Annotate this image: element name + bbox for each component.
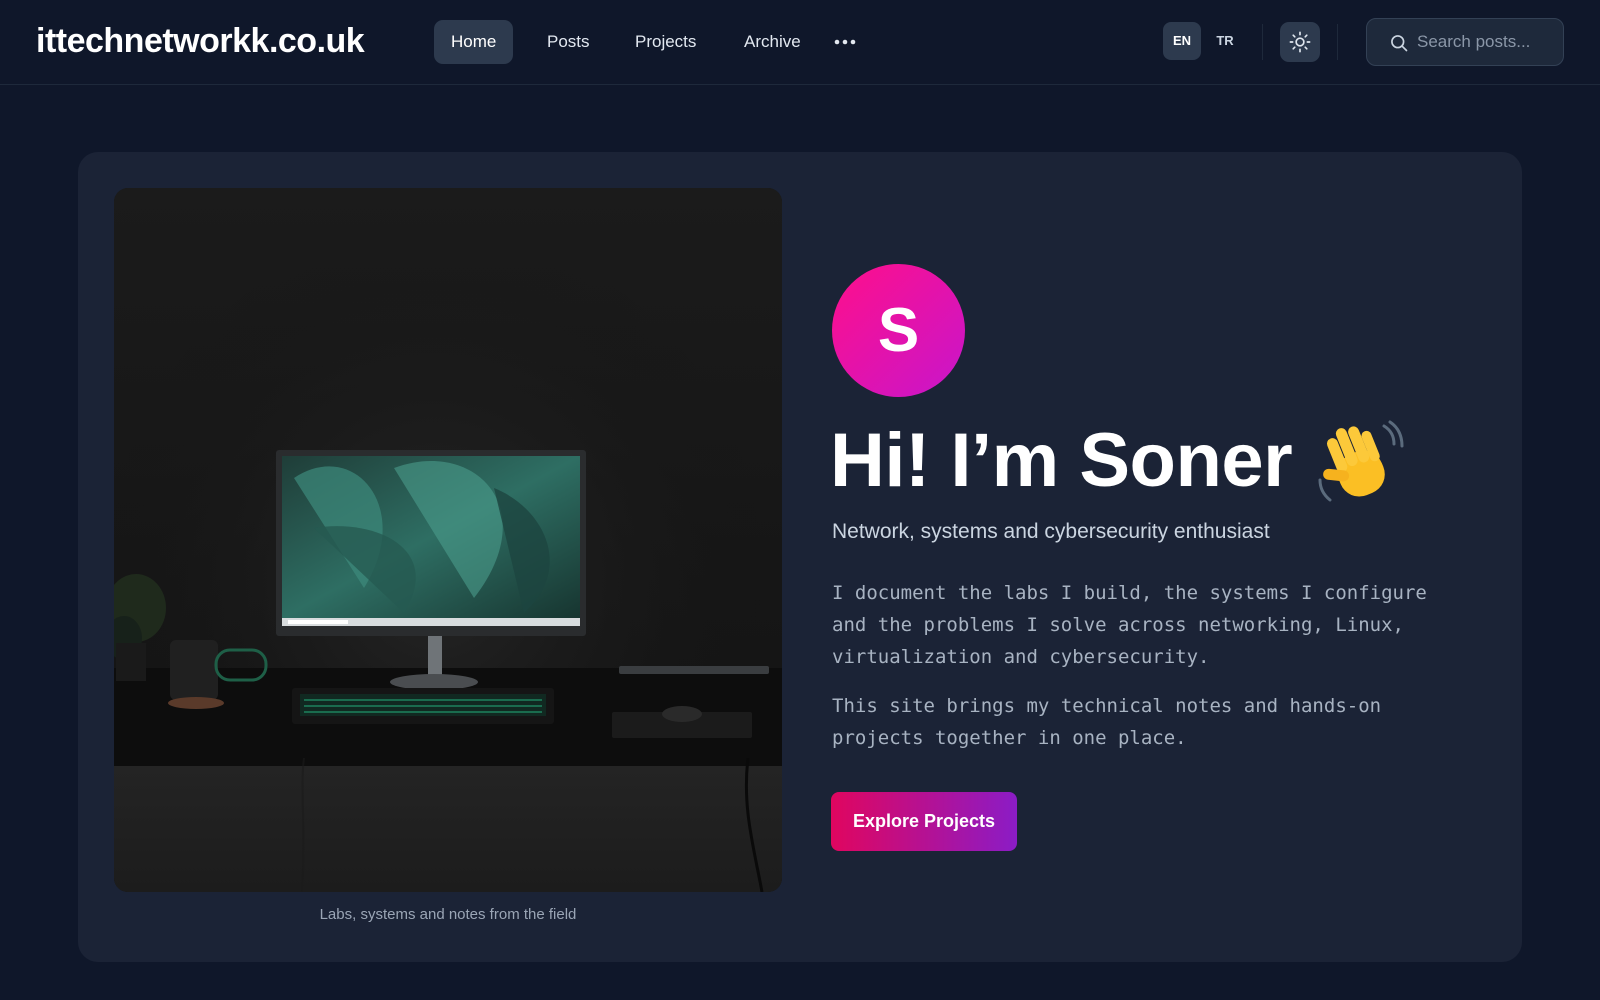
theme-toggle-button[interactable] — [1280, 22, 1320, 62]
language-tr-button[interactable]: TR — [1206, 22, 1244, 60]
ellipsis-icon[interactable] — [832, 26, 858, 58]
search-box[interactable] — [1366, 18, 1564, 66]
avatar: S — [832, 264, 965, 397]
image-caption: Labs, systems and notes from the field — [319, 906, 577, 923]
search-input[interactable] — [1417, 19, 1557, 65]
explore-projects-button[interactable]: Explore Projects — [831, 792, 1017, 851]
hero-paragraph: I document the labs I build, the systems… — [832, 582, 1427, 668]
site-logo[interactable]: ittechnetworkk.co.uk — [36, 18, 365, 64]
hero-paragraph: This site brings my technical notes and … — [832, 695, 1382, 749]
hero-subtitle: Network, systems and cybersecurity enthu… — [832, 520, 1270, 543]
nav-projects[interactable]: Projects — [618, 20, 713, 64]
search-icon — [1391, 35, 1408, 52]
nav-archive[interactable]: Archive — [727, 20, 818, 64]
hero-image — [114, 188, 782, 892]
header-divider — [1337, 24, 1338, 60]
sun-icon — [1289, 31, 1311, 53]
language-en-button[interactable]: EN — [1163, 22, 1201, 60]
waving-hand-icon — [1314, 418, 1404, 508]
page-title: Hi! I’m Soner — [830, 418, 1293, 503]
header-divider — [1262, 24, 1263, 60]
hero-card: Labs, systems and notes from the field S… — [78, 152, 1522, 962]
nav-posts[interactable]: Posts — [530, 20, 607, 64]
nav-home[interactable]: Home — [434, 20, 514, 64]
site-header: ittechnetworkk.co.uk Home Posts Projects… — [0, 0, 1600, 85]
